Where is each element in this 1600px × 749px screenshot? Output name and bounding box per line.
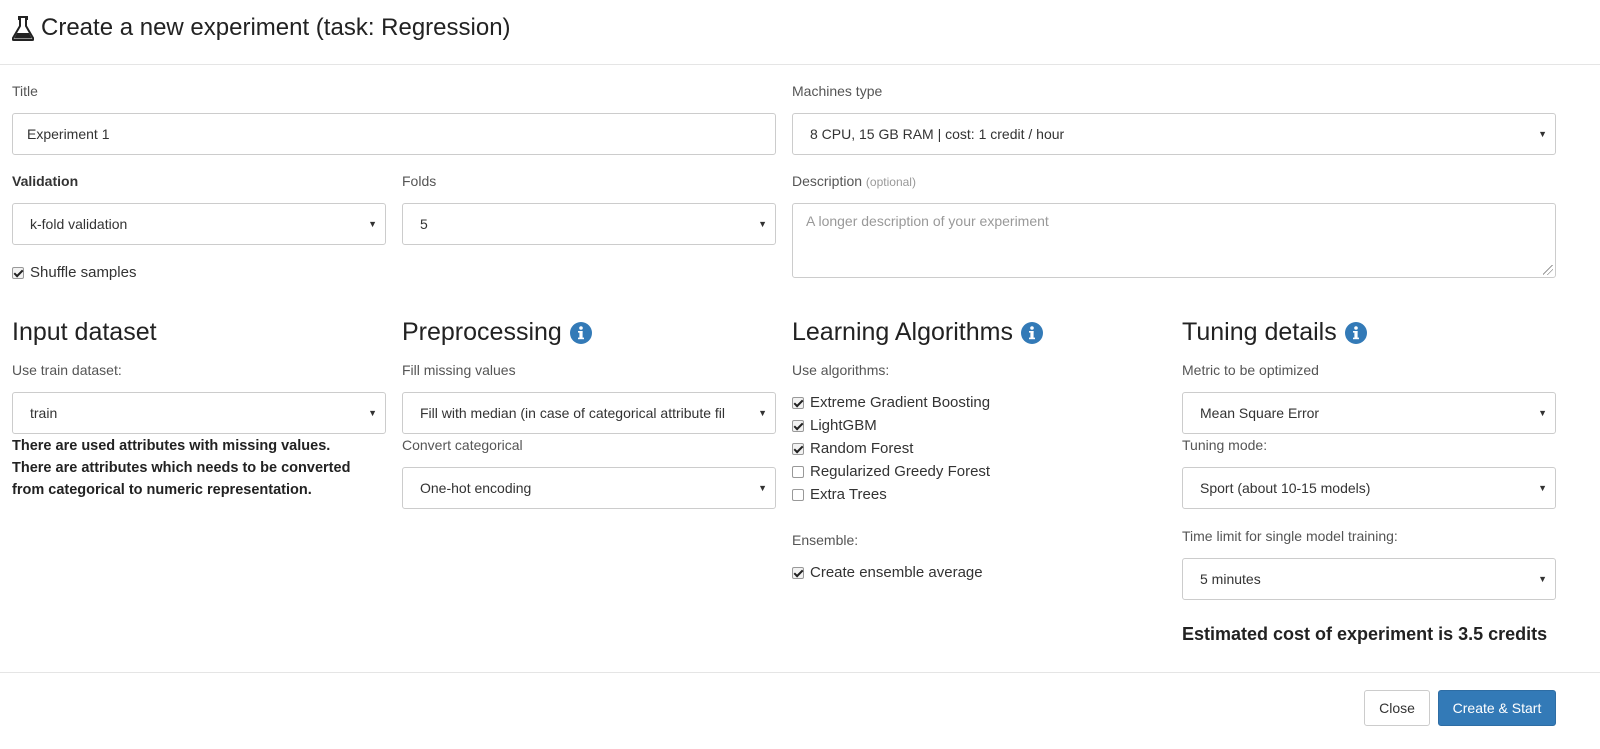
time-limit-value: 5 minutes	[1200, 571, 1261, 587]
description-placeholder: A longer description of your experiment	[806, 213, 1049, 229]
warning-line: There are attributes which needs to be c…	[12, 460, 351, 476]
time-limit-label: Time limit for single model training:	[1182, 528, 1398, 544]
optional-hint: (optional)	[865, 175, 916, 189]
folds-select[interactable]: 5 ▼	[402, 203, 776, 245]
convert-categorical-label: Convert categorical	[402, 437, 523, 453]
algorithm-label: LightGBM	[810, 417, 877, 434]
machines-value: 8 CPU, 15 GB RAM | cost: 1 credit / hour	[810, 126, 1065, 142]
ensemble-label: Ensemble:	[792, 532, 859, 548]
algorithm-label: Random Forest	[810, 440, 914, 457]
warning-line: There are used attributes with missing v…	[12, 438, 331, 454]
train-dataset-value: train	[30, 405, 58, 421]
warning-line: from categorical to numeric representati…	[12, 482, 312, 498]
chevron-down-icon: ▼	[368, 219, 377, 229]
resize-handle-icon[interactable]	[1543, 265, 1553, 275]
metric-value: Mean Square Error	[1200, 405, 1320, 421]
fill-missing-value: Fill with median (in case of categorical…	[420, 405, 726, 421]
validation-label: Validation	[12, 173, 79, 189]
chevron-down-icon: ▼	[758, 483, 767, 493]
tuning-mode-select[interactable]: Sport (about 10-15 models) ▼	[1182, 467, 1556, 509]
algorithm-label: Extreme Gradient Boosting	[810, 394, 991, 411]
algorithm-checkbox[interactable]	[792, 465, 804, 478]
description-textarea[interactable]: A longer description of your experiment	[792, 203, 1556, 278]
algorithm-label: Extra Trees	[810, 486, 887, 503]
chevron-down-icon: ▼	[368, 408, 377, 418]
metric-label: Metric to be optimized	[1182, 362, 1319, 378]
algorithm-checkbox[interactable]	[792, 419, 804, 432]
shuffle-label: Shuffle samples	[30, 264, 137, 281]
chevron-down-icon: ▼	[1538, 408, 1547, 418]
fill-missing-label: Fill missing values	[402, 362, 516, 378]
ensemble-checkbox-row[interactable]: Create ensemble average	[792, 564, 983, 581]
modal-header: Create a new experiment (task: Regressio…	[0, 0, 1600, 65]
time-limit-select[interactable]: 5 minutes ▼	[1182, 558, 1556, 600]
chevron-down-icon: ▼	[758, 219, 767, 229]
algorithm-label: Regularized Greedy Forest	[810, 463, 991, 480]
ensemble-average-label: Create ensemble average	[810, 564, 983, 581]
learning-algorithms-heading: Learning Algorithms	[792, 318, 1043, 347]
algorithm-checkbox-row[interactable]: Extra Trees	[792, 486, 887, 503]
title-input[interactable]: Experiment 1	[12, 113, 776, 155]
description-label: Description (optional)	[792, 173, 916, 189]
input-dataset-heading: Input dataset	[12, 318, 157, 346]
algorithm-checkbox-row[interactable]: Regularized Greedy Forest	[792, 463, 990, 480]
close-button[interactable]: Close	[1364, 690, 1430, 726]
shuffle-checkbox[interactable]	[12, 266, 24, 279]
validation-value: k-fold validation	[30, 216, 128, 232]
fill-missing-select[interactable]: Fill with median (in case of categorical…	[402, 392, 776, 434]
create-start-button[interactable]: Create & Start	[1438, 690, 1556, 726]
train-dataset-select[interactable]: train ▼	[12, 392, 386, 434]
tuning-mode-value: Sport (about 10-15 models)	[1200, 480, 1371, 496]
preprocessing-heading: Preprocessing	[402, 318, 592, 347]
ensemble-checkbox[interactable]	[792, 566, 804, 579]
chevron-down-icon: ▼	[1538, 129, 1547, 139]
info-icon[interactable]	[1020, 321, 1043, 344]
metric-select[interactable]: Mean Square Error ▼	[1182, 392, 1556, 434]
convert-categorical-select[interactable]: One-hot encoding ▼	[402, 467, 776, 509]
algorithm-checkbox-row[interactable]: Extreme Gradient Boosting	[792, 394, 990, 411]
chevron-down-icon: ▼	[1538, 483, 1547, 493]
use-algorithms-label: Use algorithms:	[792, 362, 890, 378]
convert-categorical-value: One-hot encoding	[420, 480, 532, 496]
folds-value: 5	[420, 216, 428, 232]
folds-label: Folds	[402, 173, 437, 189]
flask-icon	[12, 16, 34, 41]
modal-footer: Close Create & Start	[0, 672, 1600, 749]
tuning-details-heading: Tuning details	[1182, 318, 1367, 347]
modal-title: Create a new experiment (task: Regressio…	[12, 14, 511, 42]
tuning-mode-label: Tuning mode:	[1182, 437, 1268, 453]
train-dataset-label: Use train dataset:	[12, 362, 122, 378]
chevron-down-icon: ▼	[758, 408, 767, 418]
algorithm-checkbox[interactable]	[792, 442, 804, 455]
machines-select[interactable]: 8 CPU, 15 GB RAM | cost: 1 credit / hour…	[792, 113, 1556, 155]
estimated-cost: Estimated cost of experiment is 3.5 cred…	[1182, 624, 1548, 644]
algorithm-checkbox[interactable]	[792, 396, 804, 409]
machines-label: Machines type	[792, 83, 883, 99]
shuffle-checkbox-row[interactable]: Shuffle samples	[12, 264, 136, 281]
algorithm-checkbox-row[interactable]: LightGBM	[792, 417, 877, 434]
validation-select[interactable]: k-fold validation ▼	[12, 203, 386, 245]
algorithm-checkbox-row[interactable]: Random Forest	[792, 440, 913, 457]
algorithm-checkbox[interactable]	[792, 488, 804, 501]
info-icon[interactable]	[1344, 321, 1367, 344]
info-icon[interactable]	[569, 321, 592, 344]
dataset-warning: There are used attributes with missing v…	[12, 435, 382, 501]
chevron-down-icon: ▼	[1538, 574, 1547, 584]
title-label: Title	[12, 83, 38, 99]
